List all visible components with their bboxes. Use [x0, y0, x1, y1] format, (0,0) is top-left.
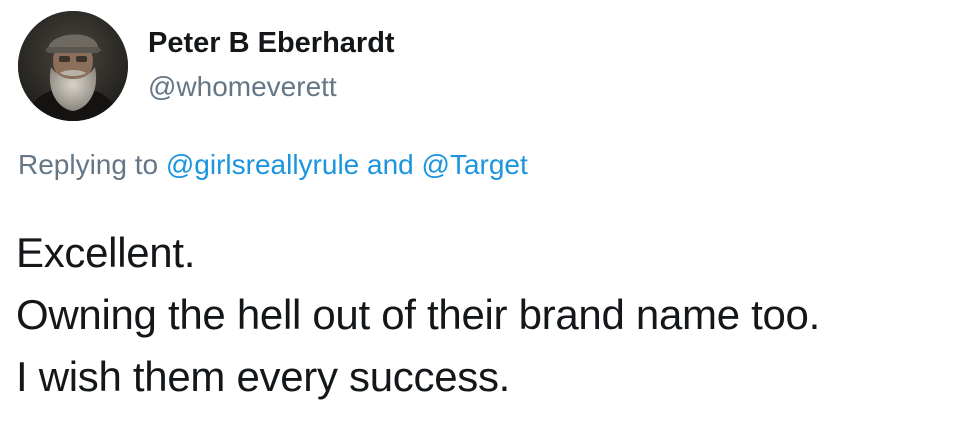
mention-link-girlsreallyrule[interactable]: @girlsreallyrule: [166, 149, 359, 180]
profile-photo-icon: [18, 11, 128, 121]
user-handle[interactable]: @whomeverett: [148, 70, 337, 104]
replying-to-label: Replying to: [18, 149, 159, 180]
mention-link-target[interactable]: @Target: [422, 149, 528, 180]
mention-conjunction[interactable]: and: [367, 149, 414, 180]
replying-to-line: Replying to @girlsreallyrule and @Target: [18, 148, 528, 182]
tweet-text: Excellent. Owning the hell out of their …: [16, 222, 976, 408]
tweet-text-line: I wish them every success.: [16, 353, 511, 400]
tweet-text-line: Owning the hell out of their brand name …: [16, 291, 820, 338]
tweet-text-line: Excellent.: [16, 229, 196, 276]
display-name[interactable]: Peter B Eberhardt: [148, 25, 395, 61]
avatar[interactable]: [18, 11, 128, 121]
tweet-card: Peter B Eberhardt @whomeverett Replying …: [0, 0, 980, 422]
